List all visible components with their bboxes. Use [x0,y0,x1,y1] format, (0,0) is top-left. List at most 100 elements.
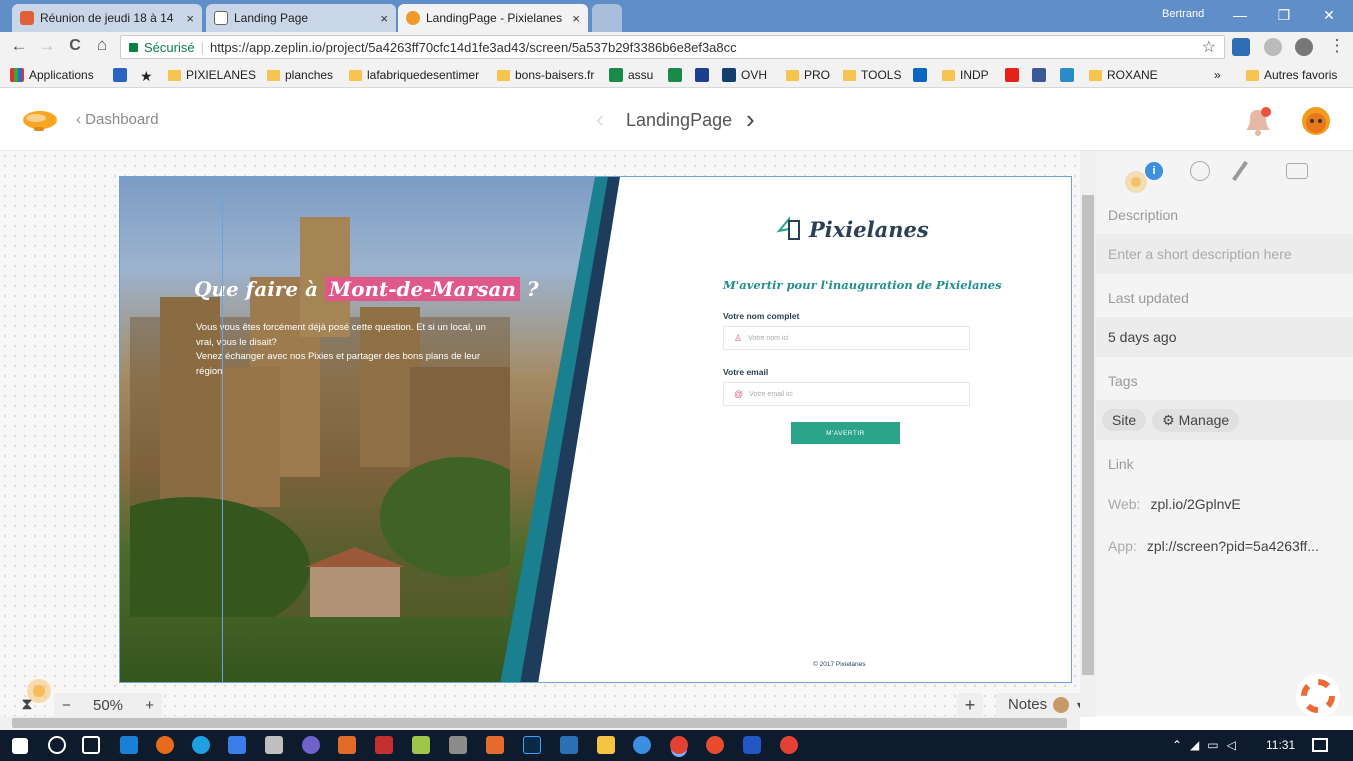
close-window-icon[interactable]: ✕ [1316,4,1342,26]
app-icon[interactable] [486,736,504,754]
bookmark-applications[interactable]: Applications [10,68,94,82]
app-icon[interactable] [302,736,320,754]
file-explorer-icon[interactable] [597,736,615,754]
app-icon[interactable] [633,736,651,754]
bookmark-tools[interactable]: TOOLS [843,68,901,82]
skype-icon[interactable] [192,736,210,754]
brand-logo: Pixielanes [775,215,929,243]
dashboard-link[interactable]: ‹ Dashboard [76,111,159,128]
info-tab-icon[interactable]: i [1145,162,1163,180]
firefox-icon[interactable] [156,736,174,754]
home-icon[interactable]: ⌂ [91,35,113,55]
horizontal-scroll-thumb[interactable] [12,718,1067,728]
bookmark-linkedin[interactable] [913,68,927,82]
system-tray-icons[interactable]: ⌃◢▭◁ [1172,738,1244,752]
zeplin-logo-icon[interactable] [20,104,60,136]
tags-row: Site ⚙ Manage [1096,400,1353,440]
restore-icon[interactable]: ❐ [1271,4,1297,26]
forward-icon[interactable]: → [36,36,58,56]
bookmark-star[interactable]: ★ [140,68,153,85]
extension-s-icon[interactable] [1232,38,1250,56]
chrome-icon[interactable] [670,736,688,754]
bookmark-lafabrique[interactable]: lafabriquedesentimer [349,68,479,82]
vertical-scroll-thumb[interactable] [1082,195,1094,675]
previous-screen-icon[interactable]: ‹ [596,106,604,134]
chrome-menu-icon[interactable]: ⋮ [1326,36,1348,56]
bookmark-facebook[interactable] [1032,68,1046,82]
notepad-icon[interactable] [412,736,430,754]
bookmark-pro[interactable]: PRO [786,68,830,82]
link-label: Link [1108,456,1134,472]
app-icon[interactable] [338,736,356,754]
bookmark-label: OVH [741,68,768,82]
name-input[interactable]: ♙ Votre nom ici [723,326,970,350]
bookmark-indp[interactable]: INDP [942,68,989,82]
bookmark-pixielanes[interactable]: PIXIELANES [168,68,256,82]
tab-close-icon[interactable]: × [380,11,388,26]
calculator-icon[interactable] [265,736,283,754]
windows-start-icon[interactable] [12,738,28,754]
user-avatar[interactable] [1300,105,1332,137]
extension-settings-icon[interactable] [1295,38,1313,56]
app-icon[interactable] [449,736,467,754]
hourglass-icon[interactable]: ⧗ [12,694,42,716]
bookmark-calendar[interactable] [113,68,127,82]
profile-name[interactable]: Bertrand [1162,8,1204,20]
manage-tags-button[interactable]: ⚙ Manage [1152,408,1240,432]
bookmark-star-icon[interactable]: ☆ [1202,37,1216,57]
zoom-in-button[interactable]: + [145,697,154,714]
artboard-landing-page[interactable]: Que faire à Mont-de-Marsan ? Vous vous ê… [119,176,1072,683]
bookmark-ovh[interactable]: OVH [722,68,767,82]
photoshop-icon[interactable] [523,736,541,754]
notifications-bell-icon[interactable] [1242,104,1274,138]
dropbox-icon[interactable] [228,736,246,754]
bookmark-bons-baisers[interactable]: bons-baisers.fr [497,68,594,82]
comment-tab-icon[interactable] [1286,163,1308,179]
app-link[interactable]: zpl://screen?pid=5a4263ff... [1147,538,1319,554]
bookmarks-overflow[interactable]: » [1214,68,1221,82]
bookmark-assu[interactable]: assu [609,68,653,82]
hide-tab-icon[interactable] [1190,161,1210,181]
zoom-level: 50% [92,696,124,714]
new-tab-button[interactable] [592,4,622,32]
tag-site[interactable]: Site [1102,409,1147,431]
web-link[interactable]: zpl.io/2GplnvE [1150,496,1240,512]
bookmark-youtube[interactable] [1005,68,1019,82]
description-input[interactable]: Enter a short description here [1096,234,1353,274]
screen-title: LandingPage [626,110,733,130]
zoom-out-button[interactable]: − [62,697,71,714]
bookmark-label: Applications [29,68,94,82]
chrome-icon[interactable] [780,736,798,754]
tab-landing-page[interactable]: Landing Page × [206,4,396,32]
minimize-icon[interactable]: — [1227,4,1253,26]
task-view-icon[interactable] [82,736,100,754]
tab-zeplin[interactable]: LandingPage - Pixielanes × [398,4,588,32]
next-screen-icon[interactable]: › [746,104,755,135]
edge-icon[interactable] [120,736,138,754]
bookmark-site[interactable] [668,68,682,82]
bookmark-planches[interactable]: planches [267,68,333,82]
hero-paragraph-1: Vous vous êtes forcément déjà posé cette… [196,322,486,348]
address-bar[interactable]: Sécurisé | https://app.zeplin.io/project… [120,35,1225,59]
bookmark-site-2[interactable] [1060,68,1074,82]
app-icon[interactable] [706,736,724,754]
notify-button[interactable]: M'AVERTIR [791,422,900,444]
add-note-button[interactable]: + [957,693,983,717]
reload-icon[interactable]: C [64,37,86,55]
extension-cloud-icon[interactable] [1264,38,1282,56]
filezilla-icon[interactable] [375,736,393,754]
app-icon[interactable] [743,736,761,754]
bookmark-roxane[interactable]: ROXANE [1089,68,1158,82]
taskbar-clock[interactable]: 11:31 [1266,738,1295,752]
email-input[interactable]: @ Votre email ici [723,382,970,406]
search-icon[interactable] [48,736,66,754]
notification-center-icon[interactable] [1312,738,1328,752]
back-icon[interactable]: ← [8,36,30,56]
tab-reunion[interactable]: Réunion de jeudi 18 à 14 × [12,4,202,32]
app-icon[interactable] [560,736,578,754]
tab-close-icon[interactable]: × [572,11,580,26]
tab-close-icon[interactable]: × [186,11,194,26]
help-lifebuoy-icon[interactable] [1295,673,1341,719]
bookmark-autres-favoris[interactable]: Autres favoris [1246,68,1337,82]
bookmark-1and1[interactable] [695,68,709,82]
